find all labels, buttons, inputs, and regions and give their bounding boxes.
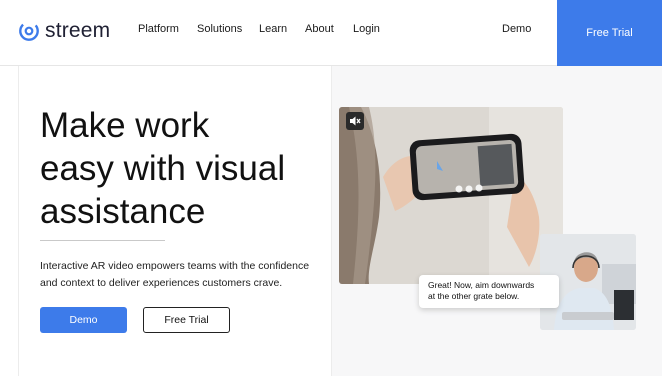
nav-free-trial-button[interactable]: Free Trial bbox=[557, 0, 662, 66]
video-frame-illustration bbox=[339, 107, 563, 284]
nav-about[interactable]: About bbox=[305, 23, 334, 35]
nav-demo-link[interactable]: Demo bbox=[502, 23, 531, 35]
headline-line: assistance bbox=[40, 192, 206, 231]
headline-line: easy with visual bbox=[40, 149, 286, 188]
chat-bubble: Great! Now, aim downwards at the other g… bbox=[419, 275, 559, 308]
subtext-line: Interactive AR video empowers teams with… bbox=[40, 260, 310, 272]
chat-line: Great! Now, aim downwards bbox=[428, 280, 535, 290]
subtext-line: and context to deliver experiences custo… bbox=[40, 277, 283, 289]
hero-subtext: Interactive AR video empowers teams with… bbox=[40, 258, 310, 292]
mute-icon bbox=[350, 116, 361, 126]
top-nav: streem Platform Solutions Learn About Lo… bbox=[0, 0, 662, 66]
chat-line: at the other grate below. bbox=[428, 291, 520, 301]
demo-button[interactable]: Demo bbox=[40, 307, 127, 333]
hero-headline: Make work easy with visual assistance bbox=[40, 104, 330, 233]
nav-platform[interactable]: Platform bbox=[138, 23, 179, 35]
divider bbox=[40, 240, 165, 241]
free-trial-button[interactable]: Free Trial bbox=[143, 307, 230, 333]
nav-login[interactable]: Login bbox=[353, 23, 380, 35]
hero-video[interactable] bbox=[339, 107, 563, 284]
logo[interactable]: streem bbox=[18, 19, 110, 43]
streem-logo-icon bbox=[19, 21, 39, 41]
nav-learn[interactable]: Learn bbox=[259, 23, 287, 35]
logo-text: streem bbox=[45, 19, 111, 42]
headline-line: Make work bbox=[40, 106, 210, 145]
mute-button[interactable] bbox=[346, 112, 364, 130]
nav-solutions[interactable]: Solutions bbox=[197, 23, 242, 35]
